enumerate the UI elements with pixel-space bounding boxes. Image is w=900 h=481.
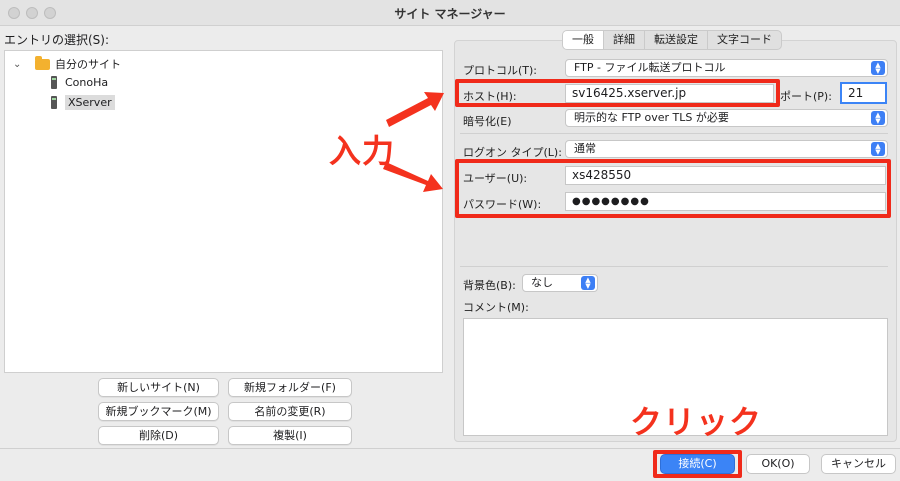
protocol-select[interactable]: FTP - ファイル転送プロトコル ▲ ▼ (565, 59, 888, 77)
encryption-label: 暗号化(E) (463, 115, 512, 128)
footer-divider (0, 448, 900, 449)
tab-general[interactable]: 一般 (563, 31, 604, 49)
tab-transfer-settings[interactable]: 転送設定 (645, 31, 708, 49)
site-label: XServer (65, 94, 115, 110)
comment-label: コメント(M): (463, 301, 529, 314)
background-color-label: 背景色(B): (463, 279, 516, 292)
folder-icon (35, 55, 50, 70)
new-site-button[interactable]: 新しいサイト(N) (98, 378, 219, 397)
logon-type-value: 通常 (574, 142, 596, 155)
input-annotation: 入力 (329, 132, 396, 170)
entry-selection-label: エントリの選択(S): (4, 33, 110, 47)
encryption-value: 明示的な FTP over TLS が必要 (574, 111, 729, 124)
site-label: ConoHa (65, 75, 109, 89)
background-color-value: なし (531, 276, 553, 289)
credentials-highlight-box (455, 159, 891, 218)
arrow-up-icon (386, 92, 444, 127)
duplicate-button[interactable]: 複製(I) (228, 426, 352, 445)
updown-arrows-icon: ▲ ▼ (871, 61, 885, 75)
site-tree[interactable]: ⌄ 自分のサイト ConoHa XServer (4, 50, 443, 373)
tree-folder-row[interactable]: ⌄ 自分のサイト (13, 55, 121, 73)
host-highlight-box (455, 79, 780, 107)
background-color-select[interactable]: なし ▲ ▼ (522, 274, 598, 292)
window-title: サイト マネージャー (394, 7, 506, 21)
cancel-button[interactable]: キャンセル (821, 454, 896, 474)
divider (460, 133, 888, 134)
tab-charset[interactable]: 文字コード (708, 31, 781, 49)
logon-type-select[interactable]: 通常 ▲ ▼ (565, 140, 888, 158)
port-label: ポート(P): (780, 90, 832, 103)
new-folder-button[interactable]: 新規フォルダー(F) (228, 378, 352, 397)
logon-type-label: ログオン タイプ(L): (463, 146, 562, 159)
encryption-select[interactable]: 明示的な FTP over TLS が必要 ▲ ▼ (565, 109, 888, 127)
updown-arrows-icon: ▲ ▼ (871, 142, 885, 156)
divider (460, 266, 888, 267)
title-bar: サイト マネージャー (0, 0, 900, 26)
new-bookmark-button[interactable]: 新規ブックマーク(M) (98, 402, 219, 421)
rename-button[interactable]: 名前の変更(R) (228, 402, 352, 421)
tree-site-row-selected[interactable]: XServer (51, 93, 115, 111)
settings-tabs: 一般 詳細 転送設定 文字コード (562, 30, 782, 50)
connect-button[interactable]: 接続(C) (660, 454, 735, 474)
server-icon (51, 95, 57, 109)
chevron-down-icon[interactable]: ⌄ (13, 59, 25, 70)
delete-button[interactable]: 削除(D) (98, 426, 219, 445)
updown-arrows-icon: ▲ ▼ (871, 111, 885, 125)
port-input[interactable]: 21 (840, 82, 887, 104)
tree-site-row[interactable]: ConoHa (51, 73, 108, 91)
click-annotation: クリック (630, 403, 763, 441)
folder-label: 自分のサイト (55, 58, 121, 71)
tab-advanced[interactable]: 詳細 (604, 31, 645, 49)
protocol-value: FTP - ファイル転送プロトコル (574, 61, 726, 74)
updown-arrows-icon: ▲ ▼ (581, 276, 595, 290)
protocol-label: プロトコル(T): (463, 64, 538, 77)
ok-button[interactable]: OK(O) (746, 454, 810, 474)
server-icon (51, 75, 57, 89)
